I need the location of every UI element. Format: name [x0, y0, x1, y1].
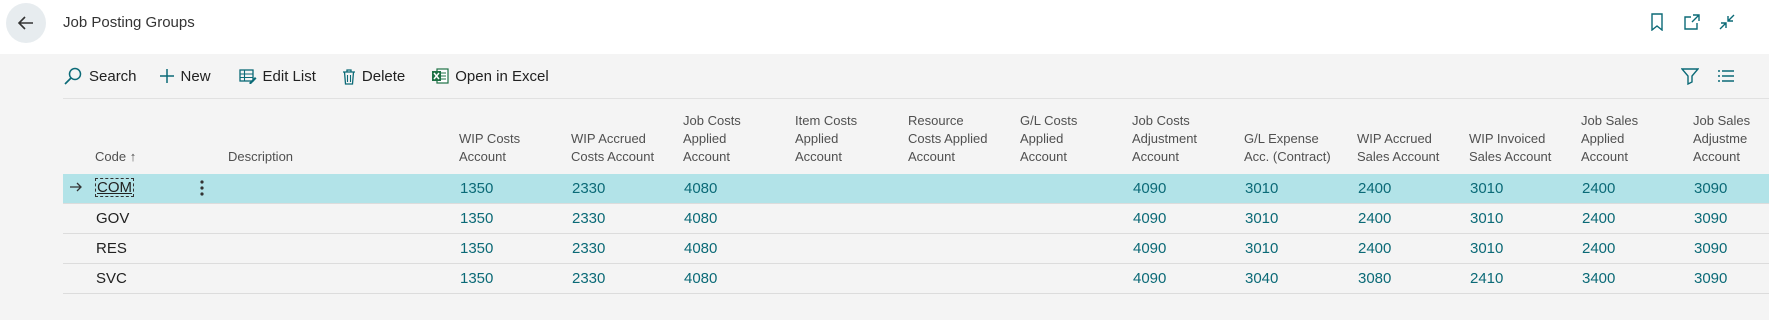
- column-header-resource-costs-applied-account[interactable]: Resource Costs Applied Account: [908, 112, 988, 166]
- wip-invoiced-sales-account-cell[interactable]: 3010: [1470, 240, 1503, 257]
- column-header-item-costs-applied-account[interactable]: Item Costs Applied Account: [795, 112, 857, 166]
- job-costs-adjustment-account-cell[interactable]: 4090: [1133, 210, 1166, 227]
- gl-expense-contract-cell[interactable]: 3010: [1245, 210, 1278, 227]
- job-sales-adjustment-account-cell[interactable]: 3090: [1694, 240, 1727, 257]
- current-row-arrow-icon: [70, 182, 82, 192]
- edit-list-label: Edit List: [262, 67, 316, 85]
- wip-accrued-sales-account-cell[interactable]: 3080: [1358, 270, 1391, 287]
- job-sales-applied-account-cell[interactable]: 2400: [1582, 180, 1615, 197]
- edit-list-button[interactable]: Edit List: [238, 67, 316, 85]
- gl-expense-contract-cell[interactable]: 3040: [1245, 270, 1278, 287]
- column-header-code[interactable]: Code ↑: [95, 148, 136, 166]
- table-row[interactable]: GOV 1350 2330 4080 4090 3010 2400 3010 2…: [63, 204, 1769, 234]
- code-cell[interactable]: SVC: [96, 270, 127, 287]
- job-posting-groups-table: Code ↑ Description WIP Costs Account WIP …: [63, 98, 1769, 298]
- job-costs-applied-account-cell[interactable]: 4080: [684, 240, 717, 257]
- job-costs-applied-account-cell[interactable]: 4080: [684, 210, 717, 227]
- open-in-excel-label: Open in Excel: [455, 67, 549, 85]
- column-header-wip-accrued-costs-account[interactable]: WIP Accrued Costs Account: [571, 130, 654, 166]
- bookmark-button[interactable]: [1645, 10, 1669, 34]
- job-costs-applied-account-cell[interactable]: 4080: [684, 180, 717, 197]
- open-new-window-icon: [1684, 14, 1700, 30]
- header-divider: [63, 98, 1769, 99]
- list-icon: [1718, 70, 1734, 82]
- wip-costs-account-cell[interactable]: 1350: [460, 270, 493, 287]
- job-costs-adjustment-account-cell[interactable]: 4090: [1133, 180, 1166, 197]
- delete-button[interactable]: Delete: [342, 68, 405, 85]
- collapse-icon: [1719, 14, 1735, 30]
- plus-icon: [159, 69, 174, 83]
- job-costs-adjustment-account-cell[interactable]: 4090: [1133, 240, 1166, 257]
- code-cell[interactable]: GOV: [96, 210, 129, 227]
- column-header-job-sales-applied-account[interactable]: Job Sales Applied Account: [1581, 112, 1638, 166]
- trash-icon: [342, 68, 355, 85]
- job-sales-applied-account-cell[interactable]: 3400: [1582, 270, 1615, 287]
- table-row[interactable]: COM 1350 2330 4080 4090 3010 2400 3010 2…: [63, 174, 1769, 204]
- filter-icon: [1681, 68, 1699, 85]
- column-header-gl-costs-applied-account[interactable]: G/L Costs Applied Account: [1020, 112, 1077, 166]
- wip-accrued-sales-account-cell[interactable]: 2400: [1358, 180, 1391, 197]
- column-header-description[interactable]: Description: [228, 148, 293, 166]
- wip-invoiced-sales-account-cell[interactable]: 3010: [1470, 180, 1503, 197]
- gl-expense-contract-cell[interactable]: 3010: [1245, 180, 1278, 197]
- top-bar: Job Posting Groups: [0, 0, 1769, 54]
- job-sales-adjustment-account-cell[interactable]: 3090: [1694, 180, 1727, 197]
- edit-list-icon: [238, 69, 257, 84]
- wip-accrued-costs-account-cell[interactable]: 2330: [572, 240, 605, 257]
- job-sales-applied-account-cell[interactable]: 2400: [1582, 210, 1615, 227]
- delete-label: Delete: [361, 67, 406, 85]
- wip-accrued-costs-account-cell[interactable]: 2330: [572, 270, 605, 287]
- sort-ascending-icon: ↑: [129, 149, 137, 164]
- open-new-window-button[interactable]: [1680, 10, 1704, 34]
- code-cell[interactable]: COM: [95, 178, 134, 197]
- wip-invoiced-sales-account-cell[interactable]: 3010: [1470, 210, 1503, 227]
- column-header-wip-invoiced-sales-account[interactable]: WIP Invoiced Sales Account: [1469, 130, 1551, 166]
- action-bar: Search New Edit List Delete Open in Exce…: [63, 60, 571, 92]
- wip-accrued-costs-account-cell[interactable]: 2330: [572, 180, 605, 197]
- column-header-gl-expense-acc-contract[interactable]: G/L Expense Acc. (Contract): [1244, 130, 1331, 166]
- wip-costs-account-cell[interactable]: 1350: [460, 180, 493, 197]
- job-sales-adjustment-account-cell[interactable]: 3090: [1694, 210, 1727, 227]
- search-button[interactable]: Search: [63, 66, 137, 86]
- open-in-excel-button[interactable]: Open in Excel: [431, 67, 549, 85]
- excel-icon: [432, 68, 449, 84]
- wip-accrued-costs-account-cell[interactable]: 2330: [572, 210, 605, 227]
- code-cell[interactable]: RES: [96, 240, 127, 257]
- table-row[interactable]: RES 1350 2330 4080 4090 3010 2400 3010 2…: [63, 234, 1769, 264]
- back-button[interactable]: [6, 3, 46, 43]
- job-sales-applied-account-cell[interactable]: 2400: [1582, 240, 1615, 257]
- job-sales-adjustment-account-cell[interactable]: 3090: [1694, 270, 1727, 287]
- column-header-job-sales-adjustment-account[interactable]: Job Sales Adjustme Account: [1693, 112, 1750, 166]
- new-label: New: [180, 67, 211, 85]
- column-header-wip-costs-account[interactable]: WIP Costs Account: [459, 130, 520, 166]
- collapse-button[interactable]: [1715, 10, 1739, 34]
- job-costs-adjustment-account-cell[interactable]: 4090: [1133, 270, 1166, 287]
- filter-button[interactable]: [1678, 64, 1702, 88]
- search-icon: [64, 67, 82, 85]
- column-header-job-costs-applied-account[interactable]: Job Costs Applied Account: [683, 112, 741, 166]
- search-label: Search: [89, 67, 137, 85]
- column-header-job-costs-adjustment-account[interactable]: Job Costs Adjustment Account: [1132, 112, 1197, 166]
- bookmark-icon: [1651, 13, 1663, 31]
- page-title: Job Posting Groups: [63, 14, 195, 31]
- new-button[interactable]: New: [159, 68, 211, 85]
- list-view-button[interactable]: [1714, 64, 1738, 88]
- wip-invoiced-sales-account-cell[interactable]: 2410: [1470, 270, 1503, 287]
- wip-costs-account-cell[interactable]: 1350: [460, 240, 493, 257]
- column-header-wip-accrued-sales-account[interactable]: WIP Accrued Sales Account: [1357, 130, 1439, 166]
- table-row[interactable]: SVC 1350 2330 4080 4090 3040 3080 2410 3…: [63, 264, 1769, 294]
- more-options-icon[interactable]: [199, 179, 205, 197]
- job-costs-applied-account-cell[interactable]: 4080: [684, 270, 717, 287]
- wip-accrued-sales-account-cell[interactable]: 2400: [1358, 210, 1391, 227]
- gl-expense-contract-cell[interactable]: 3010: [1245, 240, 1278, 257]
- wip-costs-account-cell[interactable]: 1350: [460, 210, 493, 227]
- arrow-left-icon: [17, 16, 33, 30]
- wip-accrued-sales-account-cell[interactable]: 2400: [1358, 240, 1391, 257]
